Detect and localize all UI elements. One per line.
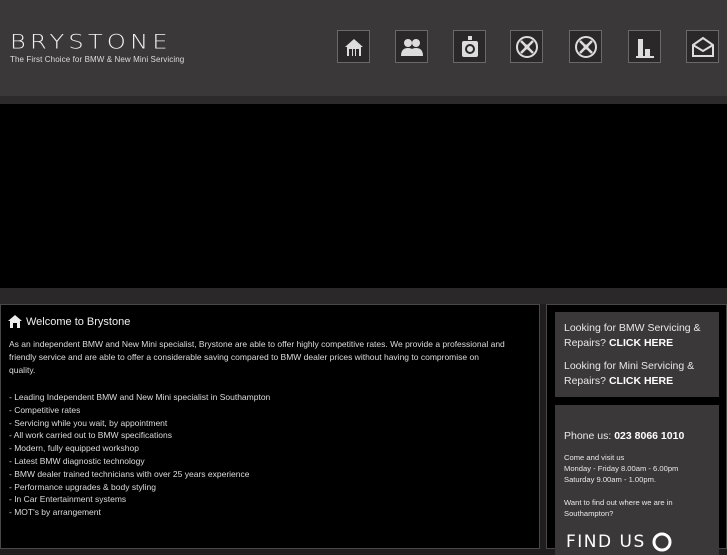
list-item: - Latest BMW diagnostic technology: [9, 455, 145, 466]
home-icon: [8, 315, 22, 328]
mini-servicing-link[interactable]: Looking for Mini Servicing & Repairs? CL…: [564, 359, 714, 388]
list-item: - MOT's by arrangement: [9, 507, 101, 518]
banner-divider: [0, 288, 727, 304]
nav-servicing-button[interactable]: [510, 30, 543, 63]
find-us-label: FIND US: [566, 532, 646, 552]
opening-hours: Come and visit us Monday - Friday 8.00am…: [564, 452, 678, 485]
location-prompt: Want to find out where we are in Southam…: [564, 497, 704, 519]
list-item: - Leading Independent BMW and New Mini s…: [9, 392, 271, 402]
envelope-icon: [691, 36, 714, 57]
intro-line: quality.: [9, 365, 36, 375]
list-item: - Performance upgrades & body styling: [9, 481, 156, 492]
welcome-panel: Welcome to Brystone As an independent BM…: [0, 304, 540, 549]
list-item: - In Car Entertainment systems: [9, 494, 127, 505]
services-promo: Looking for BMW Servicing & Repairs? CLI…: [555, 312, 719, 397]
nav-about-button[interactable]: [395, 30, 428, 63]
visit-title: Come and visit us: [564, 453, 625, 462]
home-icon: [344, 38, 363, 56]
bmw-lead: Looking for BMW Servicing &: [564, 322, 701, 334]
location-icon: [652, 532, 672, 552]
where-line: Southampton?: [564, 509, 614, 518]
mini-lead: Looking for Mini Servicing &: [564, 360, 695, 372]
list-item: - All work carried out to BMW specificat…: [9, 430, 172, 441]
people-icon: [400, 38, 423, 56]
mini-click-here[interactable]: CLICK HERE: [609, 375, 673, 387]
nav-gallery-button[interactable]: [453, 30, 486, 63]
main-nav: [0, 30, 727, 66]
welcome-title: Welcome to Brystone: [26, 315, 131, 328]
bmw-servicing-link[interactable]: Looking for BMW Servicing & Repairs? CLI…: [564, 321, 714, 350]
intro-line: As an independent BMW and New Mini speci…: [9, 339, 505, 349]
nav-contact-button[interactable]: [686, 30, 719, 63]
list-item: - Competitive rates: [9, 404, 81, 415]
nav-home-button[interactable]: [337, 30, 370, 63]
intro-paragraph: As an independent BMW and New Mini speci…: [9, 338, 529, 377]
tools-icon: [515, 35, 538, 58]
bar-chart-icon: [635, 38, 654, 58]
header-band: [0, 96, 727, 104]
phone-number[interactable]: 023 8066 1010: [614, 430, 684, 442]
saturday-hours: Saturday 9.00am - 1.00pm.: [564, 475, 657, 484]
where-line: Want to find out where we are in: [564, 498, 673, 507]
nav-performance-button[interactable]: [628, 30, 661, 63]
find-us-button[interactable]: FIND US: [566, 531, 673, 553]
bmw-click-here[interactable]: CLICK HERE: [609, 337, 673, 349]
phone-line: Phone us: 023 8066 1010: [564, 430, 684, 442]
contact-box: Phone us: 023 8066 1010 Come and visit u…: [555, 405, 719, 555]
mini-tail: Repairs?: [564, 374, 607, 387]
nav-repairs-button[interactable]: [569, 30, 602, 63]
list-item: - Modern, fully equipped workshop: [9, 443, 139, 454]
intro-line: friendly service and are able to offer a…: [9, 352, 479, 362]
tools-icon: [574, 35, 597, 58]
hero-banner: [0, 104, 727, 288]
weekday-hours: Monday - Friday 8.00am - 6.00pm: [564, 464, 679, 473]
list-item: - BMW dealer trained technicians with ov…: [9, 468, 250, 479]
site-header: BRYSTONE The First Choice for BMW & New …: [0, 0, 727, 96]
features-list: - Leading Independent BMW and New Mini s…: [9, 391, 270, 519]
sidebar: Looking for BMW Servicing & Repairs? CLI…: [546, 304, 727, 555]
phone-label: Phone us:: [564, 430, 612, 442]
camera-icon: [461, 35, 478, 57]
bmw-tail: Repairs?: [564, 336, 607, 349]
welcome-heading: Welcome to Brystone: [8, 315, 130, 328]
list-item: - Servicing while you wait, by appointme…: [9, 417, 168, 428]
